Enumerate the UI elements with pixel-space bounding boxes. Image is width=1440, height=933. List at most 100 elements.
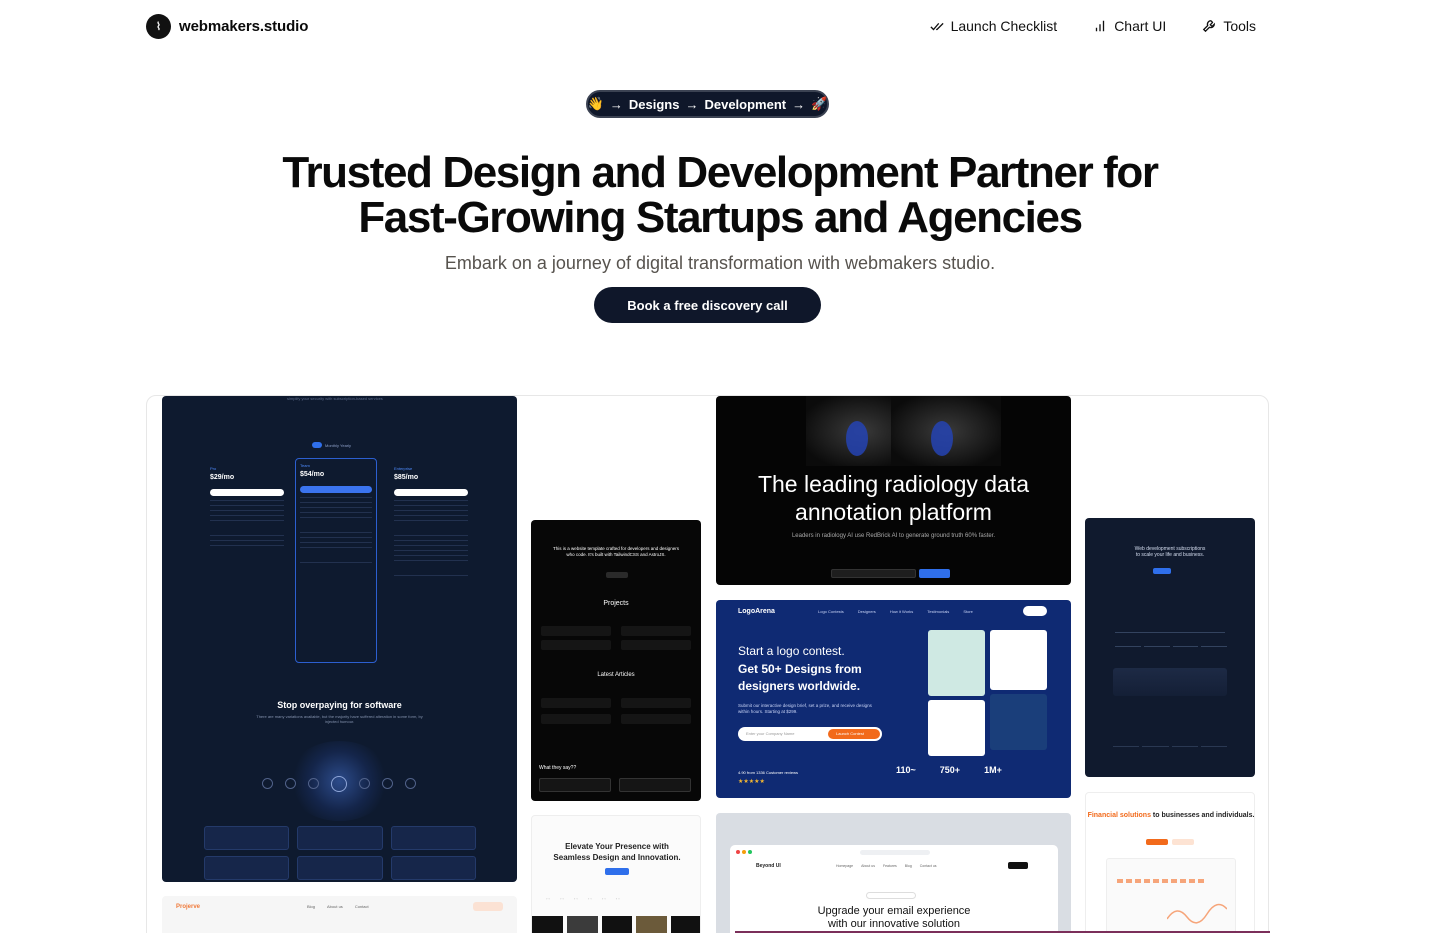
developer-template-card[interactable]: This is a website template crafted for d… — [531, 520, 701, 801]
beyondui-logo: Beyond UI — [756, 863, 781, 869]
nav-item: Blog — [904, 864, 912, 868]
brain-scan-image — [891, 396, 1001, 466]
process-steps — [1115, 646, 1227, 660]
projerve-button — [473, 902, 503, 911]
plan-button — [300, 486, 372, 493]
nav-item: About us — [861, 864, 875, 868]
elevate-line1: Elevate Your Presence with — [565, 842, 669, 851]
elevate-line2: Seamless Design and Innovation. — [553, 853, 681, 862]
hero-subtitle: Embark on a journey of digital transform… — [444, 253, 996, 273]
radiology-button — [919, 569, 950, 578]
radiology-email-input — [831, 569, 916, 578]
brand-link[interactable]: ⌇ webmakers.studio — [146, 13, 309, 39]
dashboard-panel — [1106, 858, 1236, 933]
services-pill: 👋 → Designs → Development → 🚀 — [586, 90, 829, 118]
bar-chart-icon — [1096, 20, 1105, 32]
elevate-heading: Elevate Your Presence with Seamless Desi… — [532, 841, 700, 863]
pill-development: Development — [704, 96, 787, 112]
nav-item: Features — [882, 864, 897, 868]
projerve-template-card[interactable]: Projerve Blog About us Contact — [162, 896, 517, 933]
beyondui-nav: Homepage About us Features Blog Contact … — [836, 864, 937, 868]
arrow-icon: → — [685, 96, 699, 112]
client-logos: ◦ ◦ ◦ ◦ ◦ ◦ ◦ ◦ ◦ ◦ ◦ ◦ — [546, 896, 620, 901]
plan-button — [394, 489, 468, 496]
pricing-subline: There are many variations available, but… — [256, 714, 423, 724]
template-intro: This is a website template crafted for d… — [552, 546, 680, 557]
logo-tile — [928, 700, 985, 756]
nav-tools[interactable]: Tools — [1202, 18, 1256, 34]
projerve-nav: Blog About us Contact — [307, 904, 369, 909]
url-bar — [860, 850, 930, 855]
beyondui-line1: Upgrade your email experience — [817, 905, 971, 917]
signup-button — [1023, 606, 1047, 616]
pill-designs: Designs — [628, 96, 680, 112]
waveform-logo-icon: ⌇ — [146, 13, 171, 39]
reviews-text: 4.90 from 1336 Customer reviews — [738, 770, 799, 775]
badge — [866, 892, 916, 899]
rating-stars: ★★★★★ — [738, 779, 765, 785]
nav-launch-checklist[interactable]: Launch Checklist — [929, 18, 1057, 34]
feature-boxes — [204, 826, 476, 880]
highlight-block — [1113, 668, 1227, 696]
financial-template-card[interactable]: Financial solutions to businesses and in… — [1085, 792, 1255, 933]
primary-button — [1146, 839, 1168, 845]
pricing-template-card[interactable]: simplify your security with subscription… — [162, 396, 517, 882]
nav-item: Logo Contests — [818, 609, 844, 614]
browser-window: Beyond UI Homepage About us Features Blo… — [730, 845, 1058, 933]
nav-item: Homepage — [836, 864, 854, 868]
nav-link-label: Tools — [1223, 18, 1256, 34]
nav-item: Contact us — [919, 864, 937, 868]
stat-value: 110~ — [896, 765, 916, 775]
book-call-button[interactable]: Book a free discovery call — [594, 287, 821, 323]
arrow-icon: → — [609, 96, 623, 112]
plan-price: $29/mo — [210, 474, 235, 481]
launch-contest-button: Launch Contest — [828, 729, 880, 739]
beyondui-line2: with our innovative solution — [827, 918, 961, 930]
logo-tile — [928, 630, 985, 696]
portfolio-showcase: simplify your security with subscription… — [146, 395, 1269, 933]
nav-item: Testimonials — [927, 609, 950, 614]
plan-card: Pro $29/mo — [206, 462, 288, 662]
billing-toggle: Monthly Yearly — [312, 442, 351, 448]
logoarena-template-card[interactable]: LogoArena Logo Contests Designers How it… — [716, 600, 1071, 798]
logoarena-logo: LogoArena — [738, 608, 775, 615]
integration-icon — [308, 778, 319, 789]
radiology-headline: The leading radiology data annotation pl… — [716, 470, 1071, 526]
toggle-switch — [312, 442, 322, 448]
radiology-template-card[interactable]: The leading radiology data annotation pl… — [716, 396, 1071, 585]
integration-icon — [331, 776, 347, 792]
secondary-button — [1172, 839, 1194, 845]
elevate-button — [605, 868, 629, 875]
nav-item: Blog — [307, 904, 316, 909]
brand-name: webmakers.studio — [179, 17, 309, 35]
pricing-top-text: simplify your security with subscription… — [287, 396, 383, 401]
nav-item: About us — [327, 904, 343, 909]
financial-headline: Financial solutions to businesses and in… — [1086, 811, 1254, 820]
projects-heading: Projects — [603, 600, 629, 607]
radiology-subline: Leaders in radiology AI use RedBrick AI … — [791, 533, 996, 539]
webdev-headline: Web development subscriptions to scale y… — [1085, 546, 1255, 558]
plan-price: $85/mo — [394, 474, 419, 481]
plan-name: Enterprise — [394, 466, 413, 471]
webdev-subscription-card[interactable]: Web development subscriptions to scale y… — [1085, 518, 1255, 777]
integration-icons — [262, 776, 416, 792]
radiology-line2: annotation platform — [795, 499, 992, 525]
nav-item: Designers — [857, 609, 876, 614]
beyondui-template-card[interactable]: Beyond UI Homepage About us Features Blo… — [716, 813, 1071, 933]
footer-grid — [1113, 746, 1227, 764]
nav-links: Launch Checklist Chart UI Tools — [929, 18, 1256, 34]
hero-title-line1: Trusted Design and Development Partner f… — [282, 148, 1159, 197]
nav-item: Contact — [354, 904, 369, 909]
trend-line-graphic — [1167, 903, 1227, 924]
webdev-line2: to scale your life and business. — [1135, 552, 1205, 558]
get-started-button — [1008, 862, 1028, 869]
nav-chart-ui[interactable]: Chart UI — [1093, 18, 1166, 34]
elevate-template-card[interactable]: Elevate Your Presence with Seamless Desi… — [531, 815, 701, 933]
plan-button — [210, 489, 284, 496]
plan-card: Enterprise $85/mo — [390, 462, 472, 662]
button-label: Launch Contest — [836, 731, 865, 736]
logoarena-nav: Logo Contests Designers How it Works Tes… — [818, 609, 973, 614]
hero-title-line2: Fast-Growing Startups and Agencies — [358, 193, 1083, 242]
stat-value: 1M+ — [984, 765, 1002, 775]
input-placeholder: Enter your Company Name — [746, 731, 795, 736]
